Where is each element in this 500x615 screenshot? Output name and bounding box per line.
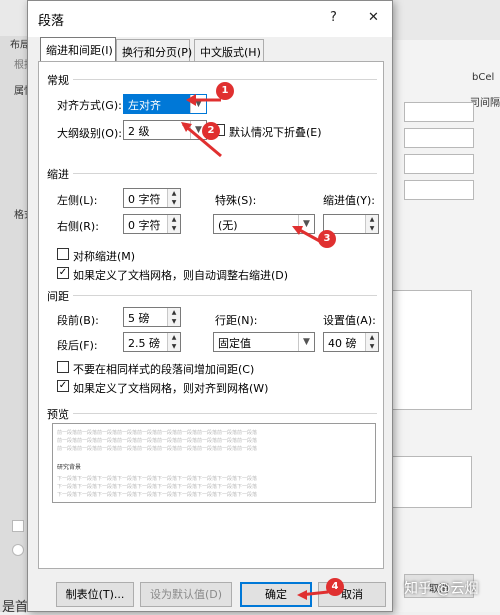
chevron-down-icon[interactable]: ▼ bbox=[298, 215, 314, 233]
no-space-label: 不要在相同样式的段落间增加间距(C) bbox=[73, 363, 255, 376]
indent-by-label: 缩进值(Y): bbox=[323, 194, 376, 207]
chevron-down-icon[interactable]: ▼ bbox=[190, 95, 206, 113]
background-ribbon-text: bCel bbox=[472, 72, 495, 83]
tab-line-page-breaks[interactable]: 换行和分页(P) bbox=[116, 39, 192, 61]
preview-sample-text: 研究背景 bbox=[57, 464, 82, 471]
background-preview-box bbox=[392, 290, 472, 410]
line-spacing-select[interactable]: 固定值 ▼ bbox=[213, 332, 315, 352]
tab-indent-spacing[interactable]: 缩进和间距(I) bbox=[40, 37, 116, 62]
outline-level-label: 大纲级别(O): bbox=[57, 127, 122, 140]
alignment-select[interactable]: 左对齐 ▼ bbox=[123, 94, 207, 114]
help-icon[interactable]: ? bbox=[330, 10, 337, 25]
space-after-input[interactable]: 2.5 磅 ▲ ▼ bbox=[123, 332, 181, 352]
auto-adjust-checkbox[interactable]: ✓ bbox=[57, 267, 69, 279]
line-spacing-label: 行距(N): bbox=[215, 314, 258, 327]
left-indent-label: 左侧(L): bbox=[57, 194, 98, 207]
left-indent-input[interactable]: 0 字符 ▲ ▼ bbox=[123, 188, 181, 208]
background-field-2[interactable] bbox=[404, 128, 474, 148]
right-indent-input[interactable]: 0 字符 ▲ ▼ bbox=[123, 214, 181, 234]
snap-grid-label: 如果定义了文档网格，则对齐到网格(W) bbox=[73, 382, 269, 395]
space-before-input[interactable]: 5 磅 ▲ ▼ bbox=[123, 307, 181, 327]
space-after-label: 段后(F): bbox=[57, 339, 98, 352]
right-indent-label: 右侧(R): bbox=[57, 220, 99, 233]
background-field-1[interactable] bbox=[404, 102, 474, 122]
paragraph-dialog: 段落 ? ✕ 缩进和间距(I) 换行和分页(P) 中文版式(H) 常规 对齐方式… bbox=[27, 0, 393, 612]
section-divider bbox=[73, 173, 377, 174]
section-divider bbox=[73, 413, 377, 414]
ok-button[interactable]: 确定 bbox=[240, 582, 312, 607]
snap-grid-checkbox[interactable]: ✓ bbox=[57, 380, 69, 392]
preview-box: 前一段落前一段落前一段落前一段落前一段落前一段落前一段落前一段落前一段落前一段落… bbox=[52, 423, 376, 503]
preview-prev-paragraph: 前一段落前一段落前一段落前一段落前一段落前一段落前一段落前一段落前一段落前一段落 bbox=[57, 430, 258, 436]
spacing-at-input[interactable]: 40 磅 ▲ ▼ bbox=[323, 332, 379, 352]
section-preview: 预览 bbox=[47, 408, 69, 421]
collapse-label: 默认情况下折叠(E) bbox=[229, 126, 322, 139]
annotation-marker-2: 2 bbox=[202, 122, 220, 140]
background-list-box bbox=[392, 456, 472, 508]
section-general: 常规 bbox=[47, 74, 69, 87]
watermark: 知乎 @云烟 bbox=[404, 581, 479, 597]
section-divider bbox=[73, 295, 377, 296]
preview-next-paragraph: 下一段落下一段落下一段落下一段落下一段落下一段落下一段落下一段落下一段落下一段落 bbox=[57, 484, 258, 490]
background-checkbox[interactable] bbox=[12, 520, 24, 532]
close-icon[interactable]: ✕ bbox=[368, 10, 379, 25]
background-ribbon-text2: 司间隔 bbox=[470, 98, 500, 109]
spinner-icon[interactable]: ▲ ▼ bbox=[365, 215, 378, 233]
annotation-marker-3: 3 bbox=[318, 230, 336, 248]
spinner-icon[interactable]: ▲ ▼ bbox=[167, 333, 180, 351]
mirror-indent-checkbox[interactable] bbox=[57, 248, 69, 260]
alignment-label: 对齐方式(G): bbox=[57, 99, 122, 112]
special-indent-label: 特殊(S): bbox=[215, 194, 257, 207]
mirror-indent-label: 对称缩进(M) bbox=[73, 250, 136, 263]
no-space-checkbox[interactable] bbox=[57, 361, 69, 373]
spacing-at-label: 设置值(A): bbox=[323, 314, 376, 327]
preview-prev-paragraph: 前一段落前一段落前一段落前一段落前一段落前一段落前一段落前一段落前一段落前一段落 bbox=[57, 446, 258, 452]
dialog-title: 段落 bbox=[38, 14, 65, 29]
annotation-marker-4: 4 bbox=[326, 578, 344, 596]
auto-adjust-label: 如果定义了文档网格，则自动调整右缩进(D) bbox=[73, 269, 289, 282]
set-default-button[interactable]: 设为默认值(D) bbox=[140, 582, 232, 607]
section-spacing: 间距 bbox=[47, 290, 69, 303]
annotation-marker-1: 1 bbox=[216, 82, 234, 100]
preview-next-paragraph: 下一段落下一段落下一段落下一段落下一段落下一段落下一段落下一段落下一段落下一段落 bbox=[57, 492, 258, 498]
spinner-icon[interactable]: ▲ ▼ bbox=[167, 215, 180, 233]
preview-next-paragraph: 下一段落下一段落下一段落下一段落下一段落下一段落下一段落下一段落下一段落下一段落 bbox=[57, 476, 258, 482]
chevron-down-icon[interactable]: ▼ bbox=[298, 333, 314, 351]
background-radio[interactable] bbox=[12, 544, 24, 556]
special-indent-select[interactable]: (无) ▼ bbox=[213, 214, 315, 234]
dialog-titlebar: 段落 ? ✕ bbox=[28, 1, 392, 37]
outline-level-select[interactable]: 2 级 ▼ bbox=[123, 120, 207, 140]
preview-prev-paragraph: 前一段落前一段落前一段落前一段落前一段落前一段落前一段落前一段落前一段落前一段落 bbox=[57, 438, 258, 444]
background-bottom-text: 是首 bbox=[2, 600, 29, 615]
section-divider bbox=[73, 79, 377, 80]
spinner-icon[interactable]: ▲ ▼ bbox=[365, 333, 378, 351]
spinner-icon[interactable]: ▲ ▼ bbox=[167, 189, 180, 207]
section-indentation: 缩进 bbox=[47, 168, 69, 181]
background-field-3[interactable] bbox=[404, 154, 474, 174]
spinner-icon[interactable]: ▲ ▼ bbox=[167, 308, 180, 326]
space-before-label: 段前(B): bbox=[57, 314, 99, 327]
tab-asian-typography[interactable]: 中文版式(H) bbox=[194, 39, 264, 61]
tabs-button[interactable]: 制表位(T)... bbox=[56, 582, 134, 607]
background-field-4[interactable] bbox=[404, 180, 474, 200]
